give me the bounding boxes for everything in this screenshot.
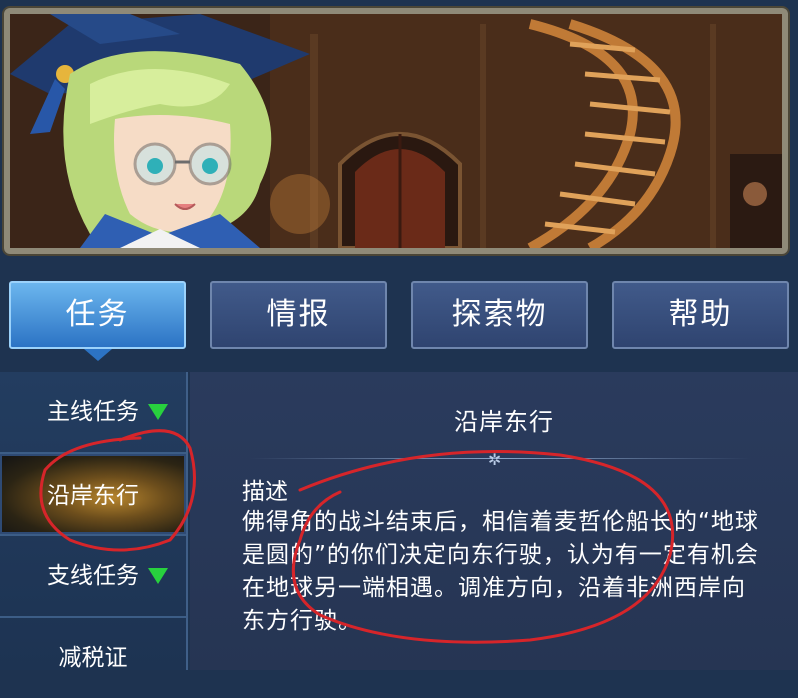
tab-explore-items[interactable]: 探索物 xyxy=(411,281,588,349)
nav-main-quests[interactable]: 主线任务 xyxy=(0,372,186,452)
nav-main-quests-label: 主线任务 xyxy=(47,399,139,425)
quest-description: 佛得角的战斗结束后，相信着麦哲伦船长的“地球是圆的”的你们决定向东行驶，认为有一… xyxy=(242,509,759,634)
quest-title: 沿岸东行 xyxy=(454,408,554,436)
quest-nav: 主线任务 沿岸东行 支线任务 减税证 xyxy=(0,372,188,671)
active-tab-pointer xyxy=(84,349,112,361)
nav-quest-coastal-east[interactable]: 沿岸东行 xyxy=(0,454,186,534)
expand-arrow-icon xyxy=(148,568,168,584)
nav-side-quests-label: 支线任务 xyxy=(47,563,139,589)
nav-tax-certificate[interactable]: 减税证 xyxy=(0,618,186,698)
tab-help[interactable]: 帮助 xyxy=(612,281,789,349)
banner-illustration xyxy=(10,14,782,248)
expand-arrow-icon xyxy=(148,404,168,420)
tab-tasks[interactable]: 任务 xyxy=(9,281,186,349)
description-label: 描述 xyxy=(242,479,288,505)
nav-quest-coastal-east-label: 沿岸东行 xyxy=(47,483,139,509)
character-banner xyxy=(4,8,788,254)
nav-tax-certificate-label: 减税证 xyxy=(58,645,128,671)
ornament-icon: ✲ xyxy=(488,450,502,469)
nav-side-quests[interactable]: 支线任务 xyxy=(0,536,186,616)
quest-detail-panel: 沿岸东行 ✲ 描述 佛得角的战斗结束后，相信着麦哲伦船长的“地球是圆的”的你们决… xyxy=(190,372,798,670)
tab-intel[interactable]: 情报 xyxy=(210,281,387,349)
